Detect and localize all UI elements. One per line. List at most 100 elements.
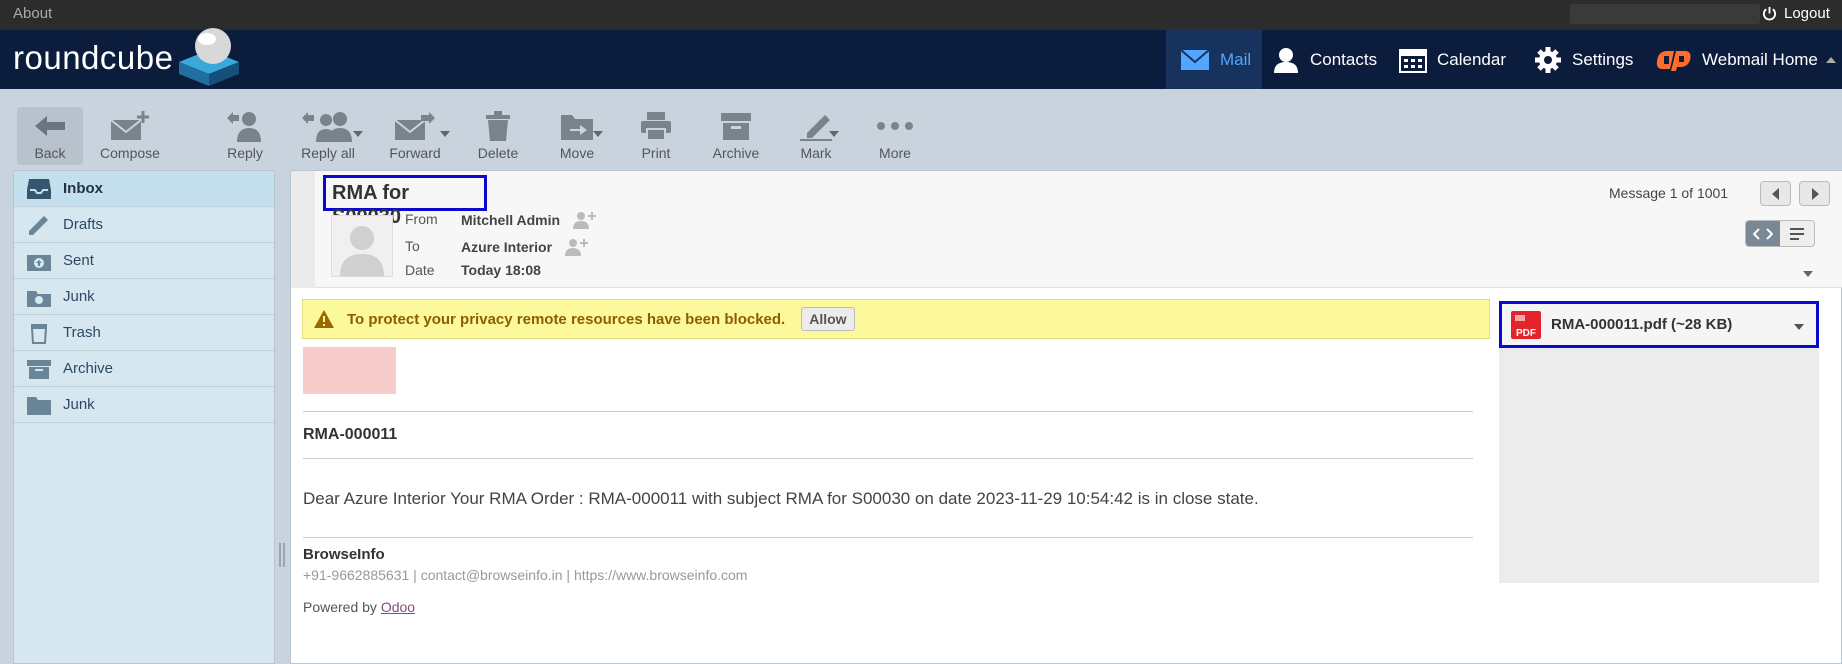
archive-icon (721, 113, 751, 140)
message-body: RMA-000011 Dear Azure Interior Your RMA … (303, 347, 1473, 615)
mark-dropdown-icon[interactable] (829, 131, 839, 137)
folder-drafts[interactable]: Drafts (14, 207, 274, 243)
nav-contacts-label: Contacts (1310, 49, 1378, 69)
reply-all-dropdown-icon[interactable] (353, 131, 363, 137)
folder-trash-label: Trash (63, 324, 101, 341)
folder-inbox[interactable]: Inbox (14, 171, 274, 207)
message-text: Dear Azure Interior Your RMA Order : RMA… (303, 489, 1259, 508)
html-view-toggle[interactable] (1746, 221, 1780, 246)
powered-by: Powered by Odoo (303, 599, 1473, 615)
user-box (1570, 4, 1760, 24)
sent-icon (27, 254, 51, 271)
logout-button[interactable]: Logout (1762, 5, 1830, 22)
odoo-link[interactable]: Odoo (381, 599, 415, 615)
header-details-toggle-icon[interactable] (1803, 271, 1813, 277)
forward-icon (394, 112, 435, 140)
chevron-left-icon (1771, 187, 1779, 200)
more-dots-icon (877, 122, 913, 130)
divider (303, 411, 1473, 412)
folder-list: Inbox Drafts Sent Junk Trash Archive Jun… (13, 170, 275, 664)
print-button[interactable]: Print (636, 107, 676, 165)
roundcube-logo[interactable]: roundcube (13, 28, 243, 86)
reply-label: Reply (227, 145, 263, 161)
header-left-strip (291, 171, 315, 288)
folder-junk-2[interactable]: Junk (14, 387, 274, 423)
forward-label: Forward (389, 145, 441, 161)
folder-archive[interactable]: Archive (14, 351, 274, 387)
header-collapse-icon[interactable] (1826, 57, 1836, 63)
folder-junk[interactable]: Junk (14, 279, 274, 315)
compose-button[interactable]: Compose (98, 107, 162, 165)
folder-archive-label: Archive (63, 360, 114, 377)
avatar-placeholder-icon (340, 226, 384, 276)
nav-webmail-home-label: Webmail Home (1702, 49, 1818, 69)
logo-text: roundcube (13, 39, 174, 76)
date-value: Today 18:08 (461, 262, 541, 278)
print-label: Print (641, 145, 671, 161)
move-dropdown-icon[interactable] (593, 131, 603, 137)
to-label: To (405, 238, 420, 254)
delete-button[interactable]: Delete (474, 107, 522, 165)
nav-contacts[interactable]: Contacts (1272, 30, 1377, 89)
nav-mail-label: Mail (1220, 49, 1252, 69)
inbox-icon (27, 178, 51, 199)
attachment-item[interactable]: PDF RMA-000011.pdf (~28 KB) (1499, 301, 1819, 348)
back-button[interactable]: Back (17, 107, 83, 165)
header: roundcube Mail Contacts Calendar Setting… (0, 28, 1842, 89)
avatar (331, 215, 393, 277)
from-label: From (405, 211, 438, 227)
allow-button[interactable]: Allow (801, 307, 855, 331)
add-contact-icon[interactable] (572, 211, 597, 229)
folder-icon (27, 396, 51, 415)
gear-icon (1535, 46, 1561, 73)
top-bar: About Logout (0, 0, 1842, 30)
forward-dropdown-icon[interactable] (440, 131, 450, 137)
archive-button[interactable]: Archive (712, 107, 760, 165)
archive-folder-icon (27, 359, 51, 379)
folder-drafts-label: Drafts (63, 216, 104, 233)
back-label: Back (34, 145, 66, 161)
add-contact-icon[interactable] (564, 238, 589, 256)
reply-button[interactable]: Reply (218, 107, 272, 165)
warning-icon (314, 310, 334, 328)
signature-company: BrowseInfo (303, 546, 385, 563)
from-name[interactable]: Mitchell Admin (461, 212, 560, 228)
about-link[interactable]: About (13, 5, 52, 22)
nav-webmail-home[interactable]: Webmail Home (1654, 30, 1818, 89)
plain-text-toggle[interactable] (1780, 221, 1814, 246)
archive-label: Archive (712, 145, 760, 161)
attachment-menu-icon[interactable] (1794, 324, 1804, 330)
compose-label: Compose (100, 145, 160, 161)
toolbar: Back Compose Reply Reply all Forward Del… (0, 89, 1842, 167)
cpanel-icon (1656, 50, 1691, 71)
next-message-button[interactable] (1799, 181, 1830, 206)
power-icon (1762, 6, 1777, 21)
message-view: RMA for S00030 From Mitchell Admin To Az… (290, 170, 1842, 664)
move-button[interactable]: Move (556, 107, 598, 165)
attachment-panel: PDF RMA-000011.pdf (~28 KB) (1499, 301, 1819, 583)
view-switch (1745, 220, 1815, 247)
from-value: Mitchell Admin (461, 211, 597, 229)
code-icon (1753, 227, 1773, 240)
mail-icon (1180, 48, 1210, 70)
nav-calendar[interactable]: Calendar (1399, 30, 1506, 89)
nav-settings[interactable]: Settings (1534, 30, 1633, 89)
message-header: RMA for S00030 From Mitchell Admin To Az… (291, 171, 1842, 288)
message-subject: RMA for S00030 (323, 175, 487, 228)
more-button[interactable]: More (874, 107, 916, 165)
forward-button[interactable]: Forward (384, 107, 446, 165)
rma-id-heading: RMA-000011 (303, 426, 398, 443)
attachment-name: RMA-000011.pdf (~28 KB) (1551, 316, 1733, 333)
logout-label: Logout (1784, 5, 1830, 22)
divider (303, 458, 1473, 459)
move-label: Move (559, 145, 595, 161)
previous-message-button[interactable] (1760, 181, 1791, 206)
folder-sent[interactable]: Sent (14, 243, 274, 279)
pane-splitter[interactable] (278, 543, 286, 567)
folder-trash[interactable]: Trash (14, 315, 274, 351)
to-name[interactable]: Azure Interior (461, 239, 552, 255)
to-value: Azure Interior (461, 238, 589, 256)
text-lines-icon (1790, 227, 1804, 240)
arrow-left-icon (35, 116, 65, 136)
nav-mail[interactable]: Mail (1166, 30, 1262, 89)
